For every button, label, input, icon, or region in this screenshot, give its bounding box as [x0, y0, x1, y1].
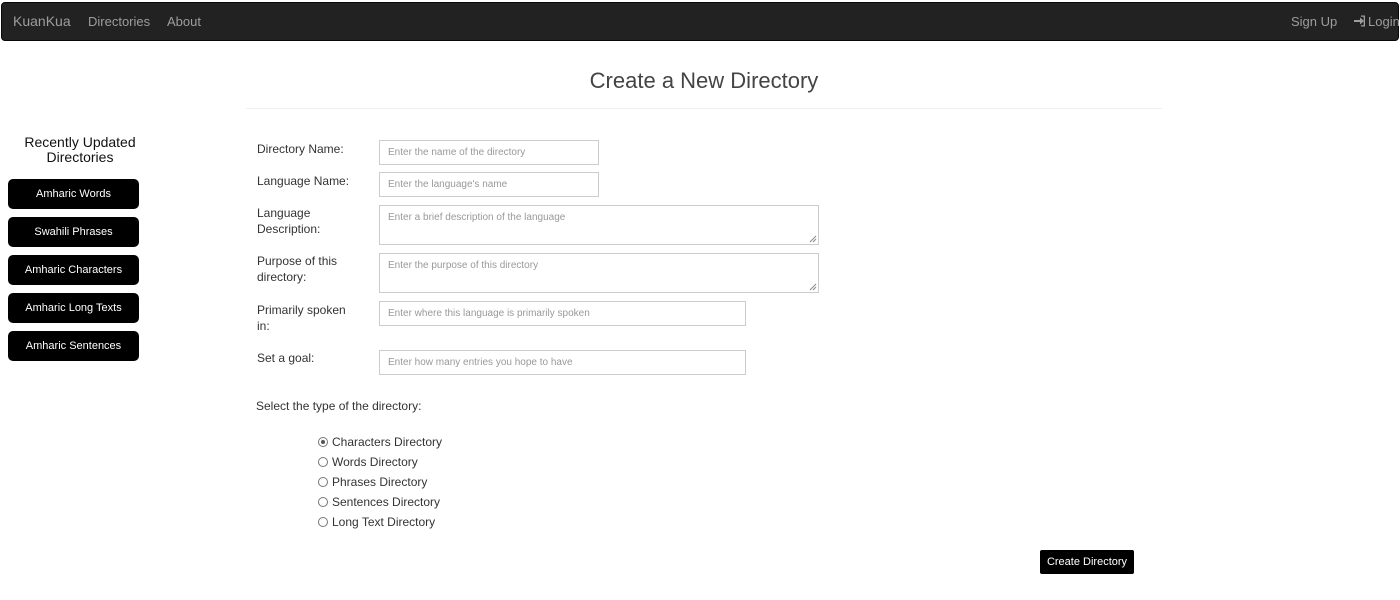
radio-button[interactable]: [318, 497, 328, 507]
recent-directory-amharic-long-texts[interactable]: Amharic Long Texts: [8, 293, 139, 323]
radio-button[interactable]: [318, 517, 328, 527]
recent-directories-heading: Recently Updated Directories: [10, 135, 150, 165]
directory-name-label: Directory Name:: [257, 142, 344, 156]
page-title: Create a New Directory: [589, 68, 819, 93]
recent-directory-amharic-words[interactable]: Amharic Words: [8, 179, 139, 209]
title-divider: [246, 108, 1162, 109]
radio-label-sentences: Sentences Directory: [332, 495, 441, 509]
radio-button[interactable]: [318, 457, 328, 467]
recent-directory-amharic-sentences[interactable]: Amharic Sentences: [8, 331, 139, 361]
purpose-label-line2: directory:: [257, 270, 307, 284]
purpose-textarea[interactable]: Enter the purpose of this directory: [379, 253, 819, 293]
log-in-icon: [1354, 15, 1365, 27]
top-navbar: KuanKua Directories About Sign Up Login: [1, 2, 1400, 41]
nav-link-directories[interactable]: Directories: [88, 3, 150, 40]
login-link[interactable]: Login: [1353, 3, 1400, 40]
brand-link[interactable]: KuanKua: [13, 3, 71, 40]
spoken-in-label-line1: Primarily spoken: [257, 303, 346, 317]
recent-directory-swahili-phrases[interactable]: Swahili Phrases: [8, 217, 139, 247]
sign-up-link[interactable]: Sign Up: [1291, 3, 1337, 40]
radio-option-long-text[interactable]: Long Text Directory: [318, 514, 435, 530]
language-description-label-line2: Description:: [257, 222, 321, 236]
radio-label-phrases: Phrases Directory: [332, 475, 428, 489]
radio-button-checked[interactable]: [318, 437, 328, 447]
spoken-in-label: Primarily spoken in:: [257, 302, 367, 334]
directory-name-input[interactable]: Enter the name of the directory: [379, 140, 599, 165]
recent-heading-line2: Directories: [46, 149, 114, 165]
goal-label: Set a goal:: [257, 351, 315, 365]
spoken-in-label-line2: in:: [257, 319, 270, 333]
goal-input[interactable]: Enter how many entries you hope to have: [379, 350, 746, 375]
radio-label-long-text: Long Text Directory: [332, 515, 436, 529]
language-description-label: Language Description:: [257, 205, 367, 237]
radio-option-words[interactable]: Words Directory: [318, 454, 418, 470]
login-label: Login: [1368, 14, 1400, 29]
recent-directory-amharic-characters[interactable]: Amharic Characters: [8, 255, 139, 285]
resize-grip-icon[interactable]: [809, 235, 817, 243]
radio-button[interactable]: [318, 477, 328, 487]
language-description-label-line1: Language: [257, 206, 311, 220]
radio-option-sentences[interactable]: Sentences Directory: [318, 494, 440, 510]
radio-label-characters: Characters Directory: [332, 435, 443, 449]
recent-heading-line1: Recently Updated: [24, 134, 136, 150]
radio-option-phrases[interactable]: Phrases Directory: [318, 474, 427, 490]
radio-option-characters[interactable]: Characters Directory: [318, 434, 442, 450]
resize-grip-icon[interactable]: [809, 283, 817, 291]
purpose-placeholder: Enter the purpose of this directory: [388, 260, 539, 271]
language-description-placeholder: Enter a brief description of the languag…: [388, 212, 566, 223]
nav-link-about[interactable]: About: [167, 3, 201, 40]
directory-type-label: Select the type of the directory:: [256, 399, 422, 413]
language-name-label: Language Name:: [257, 174, 350, 188]
spoken-in-input[interactable]: Enter where this language is primarily s…: [379, 301, 746, 326]
purpose-label-line1: Purpose of this: [257, 254, 338, 268]
spoken-in-placeholder: Enter where this language is primarily s…: [388, 308, 590, 319]
language-name-placeholder: Enter the language's name: [388, 179, 508, 190]
radio-label-words: Words Directory: [332, 455, 418, 469]
language-description-textarea[interactable]: Enter a brief description of the languag…: [379, 205, 819, 245]
directory-name-placeholder: Enter the name of the directory: [388, 147, 526, 158]
language-name-input[interactable]: Enter the language's name: [379, 172, 599, 197]
create-directory-button[interactable]: Create Directory: [1040, 550, 1134, 574]
goal-placeholder: Enter how many entries you hope to have: [388, 357, 573, 368]
purpose-label: Purpose of this directory:: [257, 253, 367, 285]
